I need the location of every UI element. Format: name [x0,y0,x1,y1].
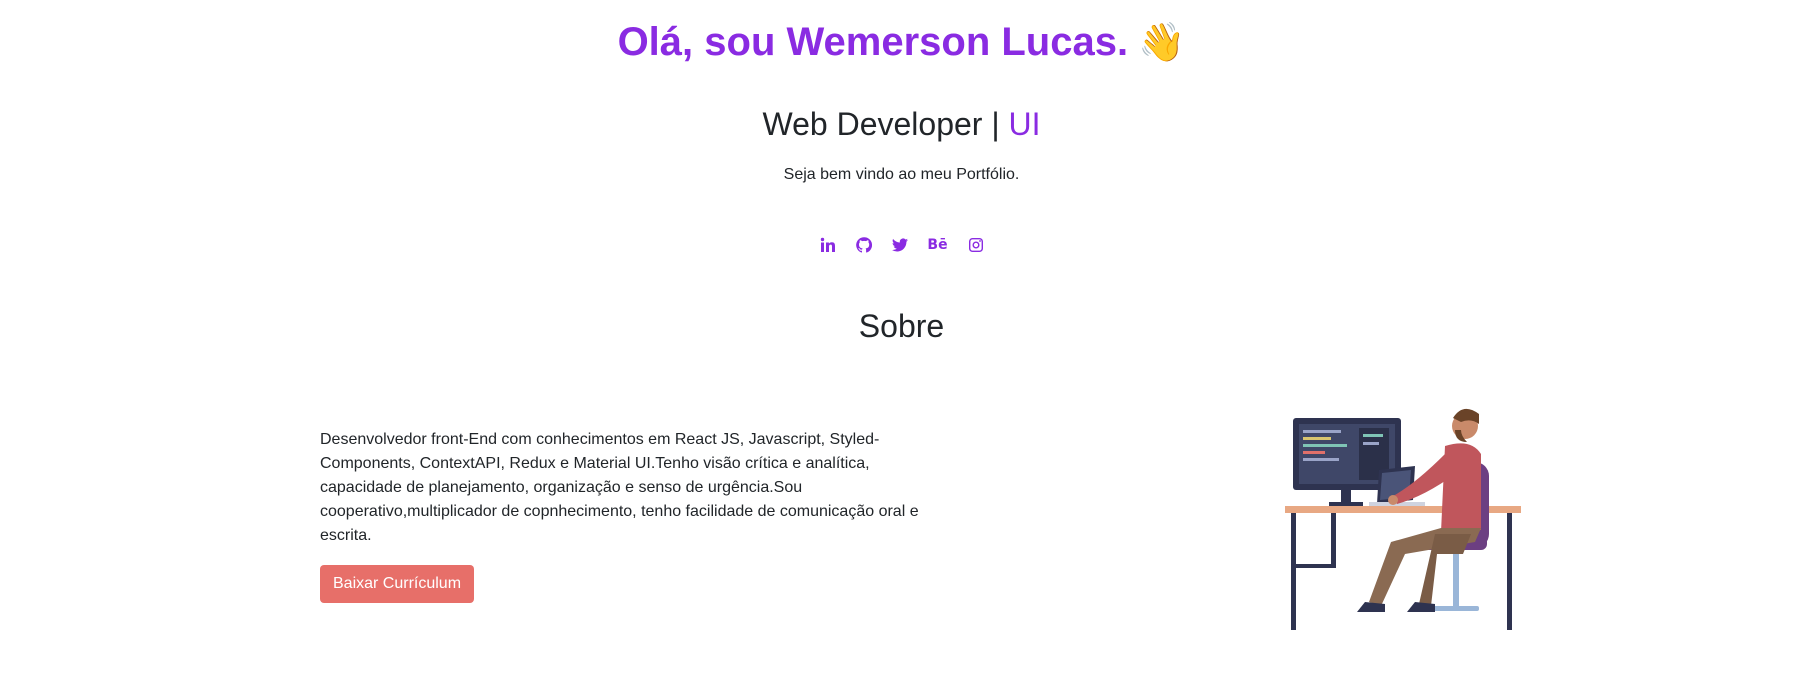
twitter-link[interactable] [891,236,909,254]
about-section-title: Sobre [858,308,945,344]
linkedin-icon [820,237,835,252]
developer-at-desk-illustration [1285,408,1521,630]
instagram-icon [968,238,983,252]
instagram-link[interactable] [967,236,985,254]
portfolio-page: Olá, sou Wemerson Lucas. 👋 Web Developer … [0,0,1803,682]
social-links: Bē [0,236,1803,254]
twitter-icon [891,238,908,252]
about-description: Desenvolvedor front-End com conhecimento… [320,431,919,544]
role-text: Web Developer | [762,106,1000,142]
role-subtitle: Web Developer | UI [0,102,1803,146]
waving-hand-icon: 👋 [1138,22,1186,64]
download-cv-button[interactable]: Baixar Currículum [320,565,475,603]
linkedin-link[interactable] [819,236,837,254]
welcome-text: Seja bem vindo ao meu Portfólio. [783,166,1020,183]
github-icon [855,237,872,253]
hero-greeting: Olá, sou Wemerson Lucas. [617,20,1129,64]
role-accent-text: UI [1008,106,1041,142]
hero-title: Olá, sou Wemerson Lucas. 👋 [0,14,1803,71]
github-link[interactable] [855,236,873,254]
behance-icon: Bē [927,237,948,253]
behance-link[interactable]: Bē [927,236,949,254]
